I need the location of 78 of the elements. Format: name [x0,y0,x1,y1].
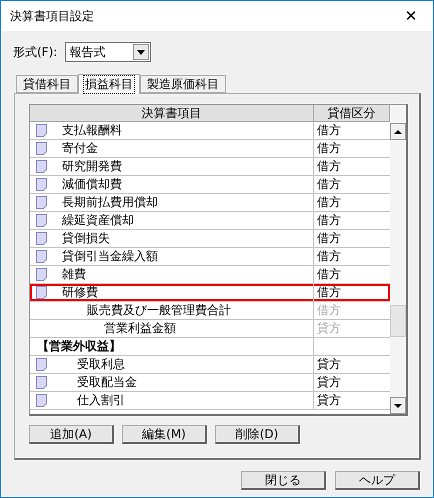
table-row[interactable]: 寄付金 借方 [30,140,390,158]
debit-credit-side: 借方 [317,194,341,211]
item-name: 販売費及び一般管理費合計 [87,302,231,319]
document-icon [36,142,47,155]
document-icon [36,394,47,407]
document-icon [36,160,47,173]
document-icon [36,178,47,191]
item-name: 寄付金 [62,140,98,157]
table-row[interactable]: 受取配当金 貸方 [30,374,390,392]
tab[interactable]: 製造原価科目 [140,75,226,93]
item-name: 繰延資産償却 [62,212,134,229]
table-row[interactable]: 営業利益金額 貸方 [30,320,390,338]
table-row[interactable]: 長期前払費用償却 借方 [30,194,390,212]
table-row[interactable]: 雑費 借方 [30,266,390,284]
table-row[interactable]: 受取利息 貸方 [30,356,390,374]
document-icon [36,232,47,245]
debit-credit-side: 貸方 [317,356,341,373]
tab[interactable]: 貸借科目 [16,75,78,93]
table-row[interactable]: 【営業外収益】 [30,338,390,356]
table-row[interactable]: 減価償却費 借方 [30,176,390,194]
action-button[interactable]: 追加(A) [29,425,114,444]
table-row[interactable]: 貸倒損失 借方 [30,230,390,248]
dialog-button[interactable]: ヘルプ [335,471,420,490]
debit-credit-side: 借方 [317,248,341,265]
document-icon [36,214,47,227]
debit-credit-side: 借方 [317,212,341,229]
table-row[interactable]: 繰延資産償却 借方 [30,212,390,230]
item-name: 貸倒引当金繰入額 [62,248,158,265]
item-name: 減価償却費 [62,176,122,193]
scroll-down-icon [394,404,402,408]
scrollbar[interactable] [390,105,406,414]
tab[interactable]: 損益科目 [78,74,140,94]
table-row[interactable]: 研修費 借方 [30,284,390,302]
scroll-thumb[interactable] [390,305,406,337]
debit-credit-side: 借方 [317,230,341,247]
column-header: 決算書項目 [30,105,314,121]
action-button[interactable]: 編集(M) [122,425,207,444]
debit-credit-side: 借方 [317,302,341,319]
document-icon [36,268,47,281]
action-button[interactable]: 削除(D) [215,425,300,444]
item-name: 仕入割引 [77,392,125,409]
item-name: 【営業外収益】 [37,338,121,355]
debit-credit-side: 借方 [317,284,341,301]
item-name: 長期前払費用償却 [62,194,158,211]
document-icon [36,250,47,263]
document-icon [36,124,47,137]
document-icon [36,376,47,389]
format-dropdown[interactable]: 報告式 [65,42,152,62]
debit-credit-side: 借方 [317,140,341,157]
table-row[interactable]: 仕入割引 貸方 [30,392,390,410]
item-name: 受取配当金 [77,374,137,391]
item-name: 受取利息 [77,356,125,373]
table-row[interactable]: 支払報酬料 借方 [30,122,390,140]
dialog-button[interactable]: 閉じる [241,471,326,490]
document-icon [36,286,47,299]
debit-credit-side: 借方 [317,176,341,193]
debit-credit-side: 借方 [317,122,341,139]
dropdown-arrow-icon [137,50,146,54]
item-name: 貸倒損失 [62,230,110,247]
window-title: 決算書項目設定 [10,8,94,24]
debit-credit-side: 借方 [317,158,341,175]
debit-credit-side: 借方 [317,266,341,283]
document-icon [36,358,47,371]
item-name: 研修費 [62,284,98,301]
item-name: 雑費 [62,266,86,283]
debit-credit-side: 貸方 [317,320,341,337]
table-row[interactable]: 研究開発費 借方 [30,158,390,176]
debit-credit-side: 貸方 [317,374,341,391]
table-row[interactable]: 販売費及び一般管理費合計 借方 [30,302,390,320]
item-name: 支払報酬料 [62,122,122,139]
table-row[interactable]: 貸倒引当金繰入額 借方 [30,248,390,266]
item-name: 営業利益金額 [104,320,176,337]
document-icon [36,196,47,209]
format-label: 形式(F): [13,44,58,60]
debit-credit-side: 貸方 [317,392,341,409]
scroll-up-icon [394,130,402,134]
item-name: 研究開発費 [62,158,122,175]
close-button[interactable]: ✕ [389,1,433,31]
